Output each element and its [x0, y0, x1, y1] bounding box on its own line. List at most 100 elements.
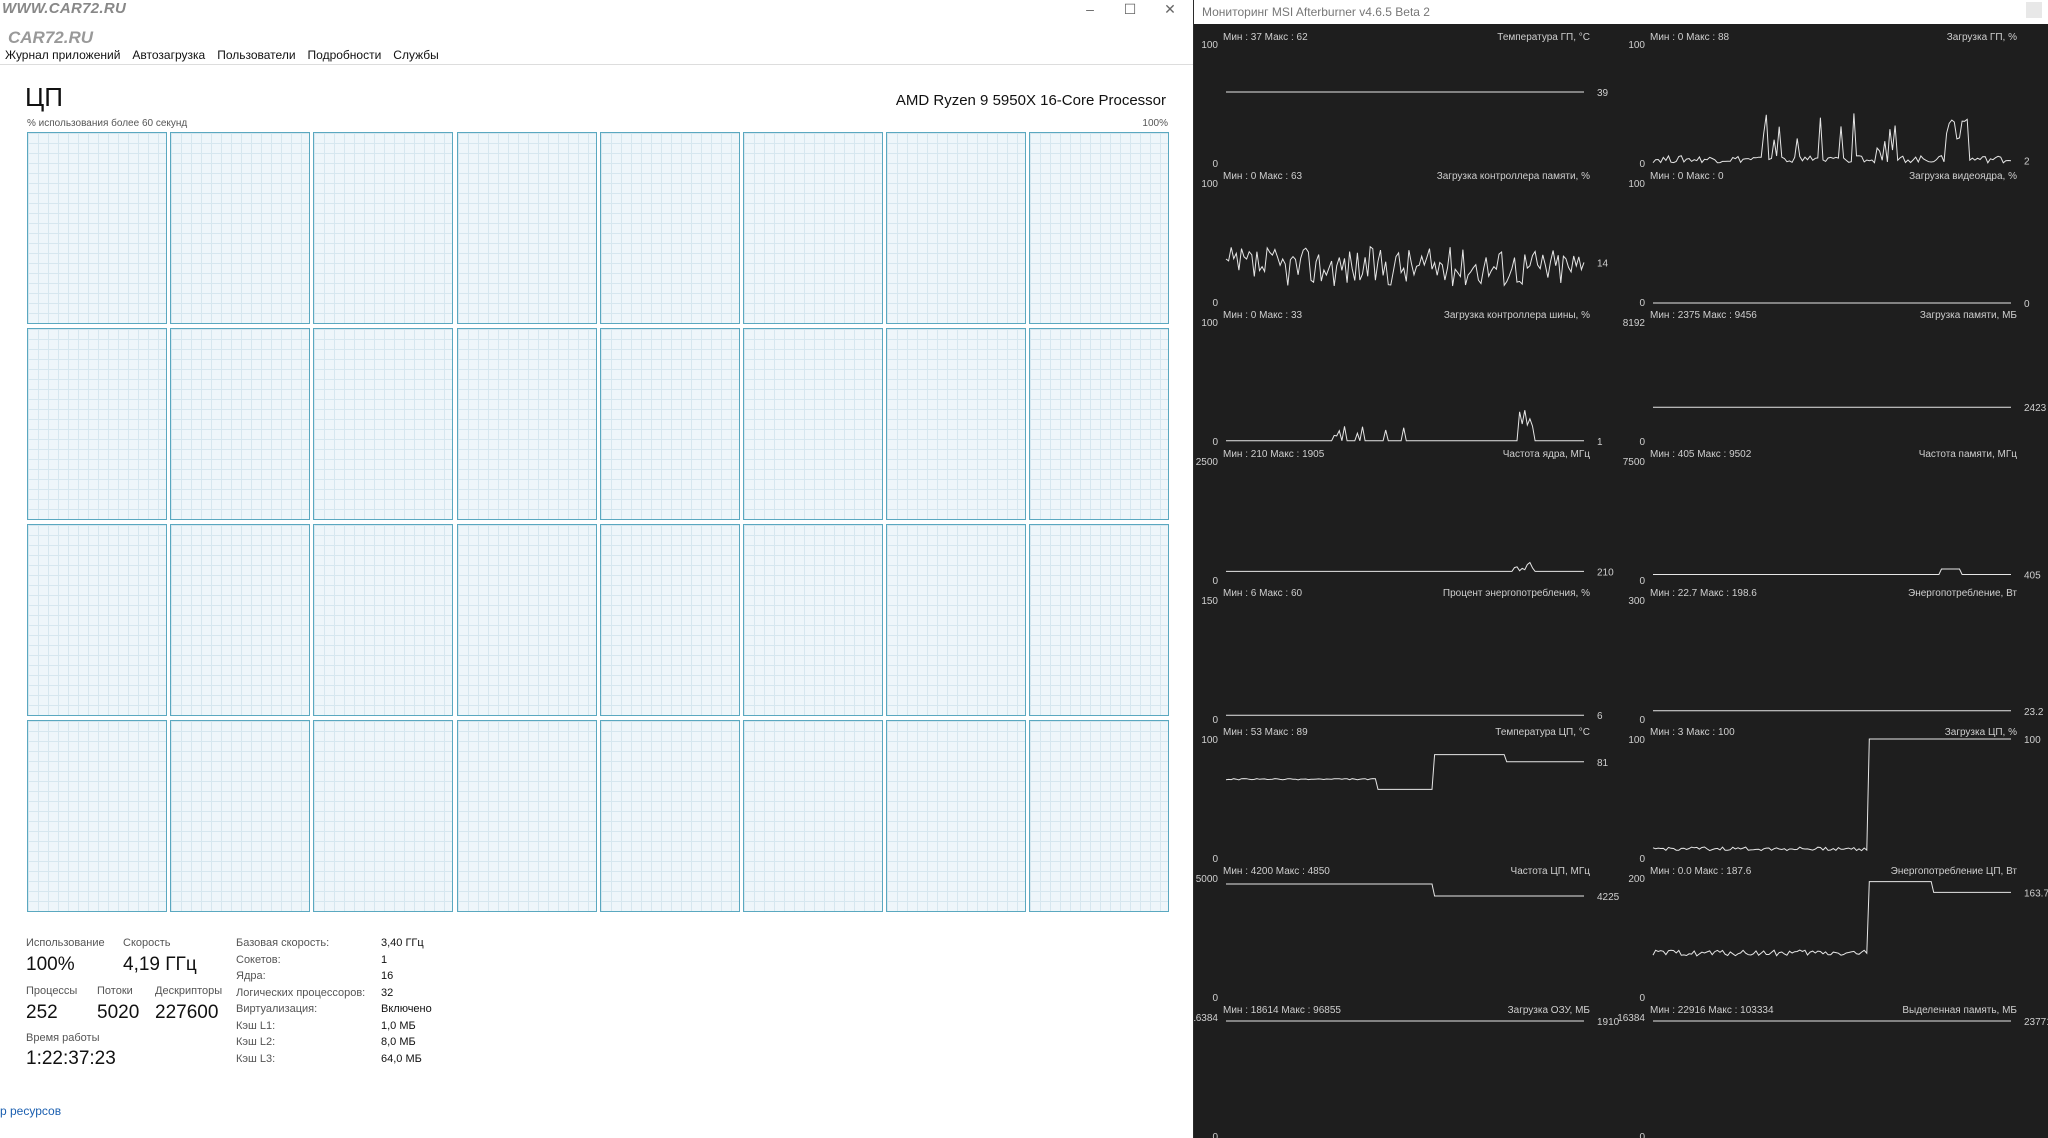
graph-label: Загрузка видеоядра, % — [1909, 171, 2017, 182]
graph-label: Температура ГП, °С — [1497, 32, 1590, 43]
afterburner-close-button[interactable] — [2026, 2, 2042, 18]
graph-current-value: 100 — [2024, 735, 2041, 746]
detail-value-sockets: 1 — [381, 954, 388, 966]
cpu-core-graph — [599, 328, 740, 520]
tab-services[interactable]: Службы — [388, 47, 443, 64]
detail-value-l1-cache: 1,0 МБ — [381, 1020, 416, 1032]
graph-ymax: 16384 — [1194, 1013, 1218, 1024]
graph-minmax: Мин : 18614 Макс : 96855 — [1223, 1005, 1341, 1016]
graph-ymax: 200 — [1628, 874, 1645, 885]
detail-key-l1-cache: Кэш L1: — [236, 1020, 276, 1032]
graph-ymax: 5000 — [1196, 874, 1219, 885]
graph-series-line — [1226, 410, 1584, 442]
graph-current-value: 81 — [1597, 758, 1609, 769]
cpu-core-graph — [886, 132, 1027, 324]
graph-current-value: 6 — [1597, 711, 1603, 722]
usage-label: Использование — [26, 937, 105, 949]
page-title: ЦП — [25, 82, 63, 112]
graph-series-line — [1652, 881, 2011, 957]
graph-label: Выделенная память, МБ — [1902, 1005, 2017, 1016]
graph-ymax: 7500 — [1623, 457, 1646, 468]
cpu-core-graph — [456, 720, 597, 912]
afterburner-titlebar: Мониторинг MSI Afterburner v4.6.5 Beta 2 — [1194, 0, 2048, 24]
graph-label: Загрузка ГП, % — [1947, 32, 2017, 43]
cpu-core-graph — [456, 328, 597, 520]
detail-key-l3-cache: Кэш L3: — [236, 1053, 276, 1065]
processes-value: 252 — [26, 1002, 58, 1023]
graph-ymax: 8192 — [1623, 318, 1646, 329]
graph-series-line — [1226, 883, 1584, 897]
graph-label: Загрузка ОЗУ, МБ — [1508, 1005, 1591, 1016]
tab-startup[interactable]: Автозагрузка — [127, 47, 210, 64]
graph-series-line — [1653, 568, 2011, 575]
task-manager-window: WWW.CAR72.RU CAR72.RU – ☐ ✕ Журнал прило… — [0, 0, 1194, 1138]
graph-minmax: Мин : 22.7 Макс : 198.6 — [1650, 588, 1757, 599]
graph-ymin: 0 — [1639, 854, 1645, 865]
maximize-button[interactable]: ☐ — [1112, 0, 1148, 18]
graph-ymax: 16384 — [1617, 1013, 1645, 1024]
graph-label: Загрузка контроллера памяти, % — [1437, 171, 1590, 182]
graph-ymin: 0 — [1212, 298, 1218, 309]
watermark-text: WWW.CAR72.RU — [2, 0, 127, 17]
graph-ymin: 0 — [1212, 854, 1218, 865]
speed-label: Скорость — [123, 937, 171, 949]
usage-value: 100% — [26, 954, 75, 975]
graph-ymax: 150 — [1201, 596, 1218, 607]
cpu-model-name: AMD Ryzen 9 5950X 16-Core Processor — [895, 92, 1166, 109]
graph-minmax: Мин : 37 Макс : 62 — [1223, 32, 1308, 43]
graph-minmax: Мин : 2375 Макс : 9456 — [1650, 310, 1757, 321]
graph-minmax: Мин : 22916 Макс : 103334 — [1650, 1005, 1774, 1016]
graph-ymin: 0 — [1212, 159, 1218, 170]
threads-label: Потоки — [97, 985, 133, 997]
detail-key-sockets: Сокетов: — [236, 954, 281, 966]
graph-label: Частота ядра, МГц — [1503, 449, 1591, 460]
graph-ymax: 2500 — [1196, 457, 1219, 468]
graph-ymin: 0 — [1212, 715, 1218, 726]
detail-value-l3-cache: 64,0 МБ — [381, 1053, 422, 1065]
graph-minmax: Мин : 210 Макс : 1905 — [1223, 449, 1325, 460]
cpu-core-graph — [27, 524, 167, 716]
cpu-core-graph — [313, 720, 454, 912]
graph-minmax: Мин : 405 Макс : 9502 — [1650, 449, 1752, 460]
graph-series-line — [1226, 561, 1584, 572]
graph-ymin: 0 — [1639, 715, 1645, 726]
graph-minmax: Мин : 3 Макс : 100 — [1650, 727, 1735, 738]
cpu-core-graph — [886, 524, 1027, 716]
minimize-button[interactable]: – — [1072, 0, 1108, 18]
graph-current-value: 0 — [2024, 299, 2030, 310]
cpu-core-graph — [886, 328, 1027, 520]
tab-details[interactable]: Подробности — [303, 47, 387, 64]
cpu-core-graph — [1029, 524, 1170, 716]
graph-current-value: 23.2 — [2024, 707, 2044, 718]
cpu-core-graph — [313, 132, 454, 324]
detail-value-l2-cache: 8,0 МБ — [381, 1036, 416, 1048]
cpu-core-graph — [27, 720, 167, 912]
graph-series-line — [1652, 738, 2011, 852]
tab-users[interactable]: Пользователи — [212, 47, 300, 64]
speed-value: 4,19 ГГц — [123, 954, 197, 975]
graph-ymin: 0 — [1639, 298, 1645, 309]
graph-label: Энергопотребление, Вт — [1908, 587, 2017, 599]
graph-current-value: 210 — [1597, 567, 1614, 578]
tab-app-history[interactable]: Журнал приложений — [0, 47, 125, 64]
cpu-core-graph — [170, 524, 311, 716]
cpu-core-graph — [1029, 328, 1170, 520]
cpu-core-graph — [599, 524, 740, 716]
handles-value: 227600 — [155, 1002, 219, 1023]
cpu-core-graph — [456, 524, 597, 716]
cpu-core-graph — [1029, 720, 1170, 912]
tab-bar: Журнал приложений Автозагрузка Пользоват… — [0, 47, 446, 64]
graph-label: Загрузка памяти, МБ — [1920, 310, 2018, 321]
close-button[interactable]: ✕ — [1152, 0, 1188, 18]
cpu-core-graph — [599, 132, 740, 324]
graph-ymin: 0 — [1212, 437, 1218, 448]
graph-minmax: Мин : 0 Макс : 63 — [1223, 171, 1303, 182]
resource-monitor-link[interactable]: р ресурсов — [0, 1104, 61, 1118]
cpu-core-graph — [743, 132, 883, 324]
graph-minmax: Мин : 0 Макс : 88 — [1650, 32, 1730, 43]
uptime-label: Время работы — [26, 1032, 100, 1044]
graph-current-value: 39 — [1597, 88, 1609, 99]
cpu-core-graph — [170, 720, 311, 912]
graph-label: Частота памяти, МГц — [1919, 449, 2018, 460]
graph-ymin: 0 — [1639, 576, 1645, 587]
